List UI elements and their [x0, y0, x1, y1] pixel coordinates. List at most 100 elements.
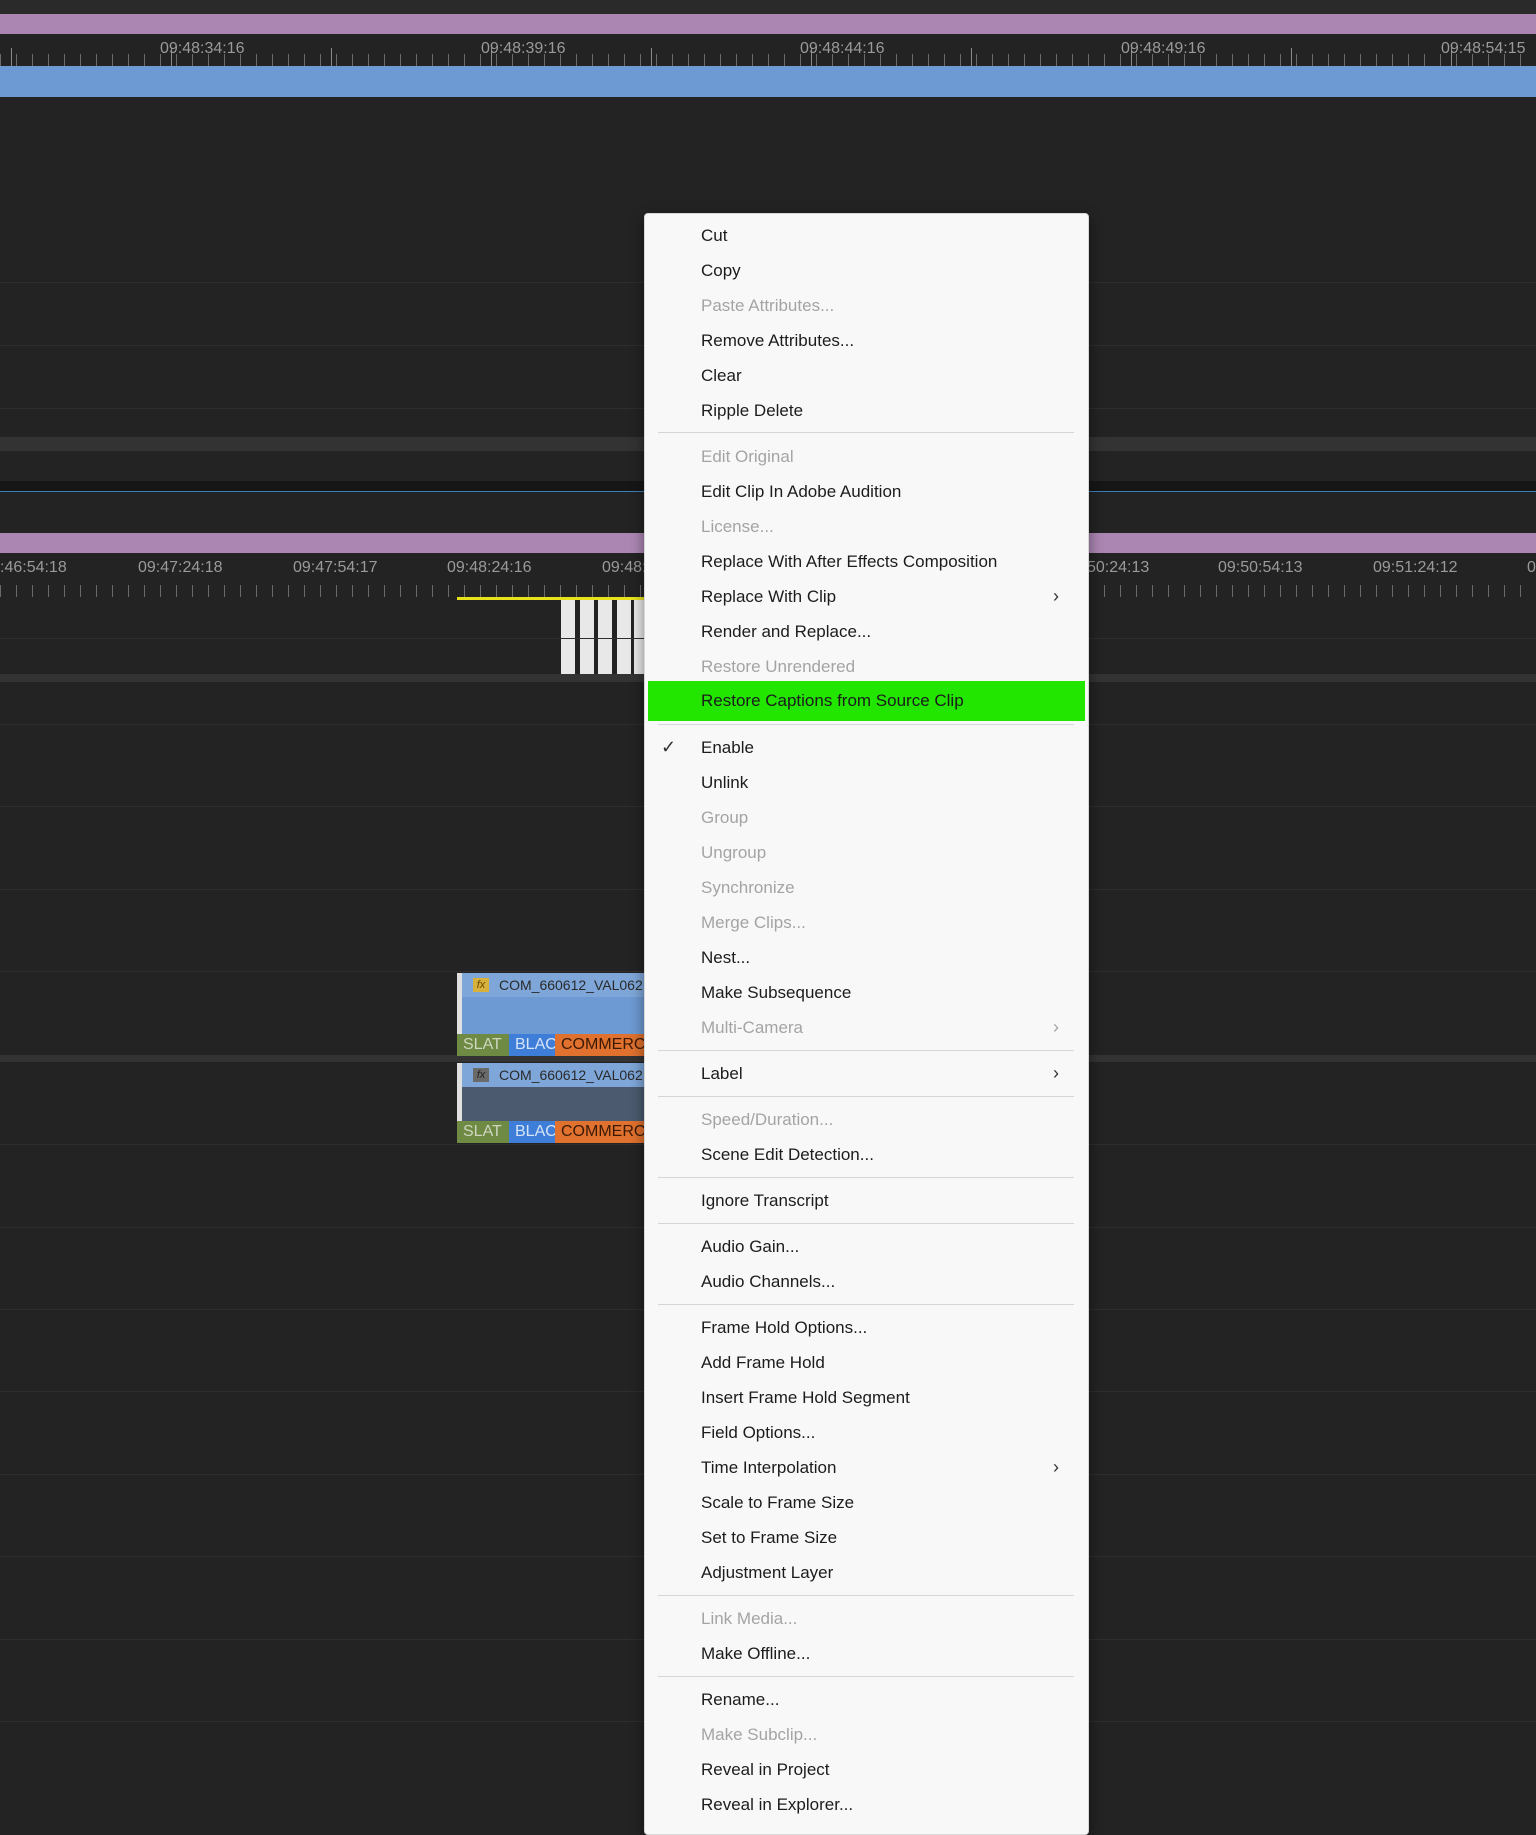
video-clip[interactable]: fx COM_660612_VAL062 SLAT BLAC COMMERC — [457, 973, 645, 1056]
menu-item-label: Replace With Clip — [701, 586, 837, 606]
chevron-right-icon: › — [1053, 1062, 1059, 1083]
menu-separator — [658, 1223, 1074, 1224]
menu-item-label: Copy — [701, 260, 741, 280]
menu-item-clear[interactable]: Clear — [645, 358, 1088, 393]
top-header-strip — [0, 0, 1536, 14]
chevron-right-icon: › — [1053, 1016, 1059, 1037]
clip-marker[interactable]: SLAT — [457, 1121, 509, 1143]
ruler-timecode: 09:47:24:18 — [138, 559, 223, 576]
menu-item-reveal-in-explorer[interactable]: Reveal in Explorer... — [645, 1787, 1088, 1822]
menu-item-restore-unrendered: Restore Unrendered — [645, 649, 1088, 684]
menu-item-label: Reveal in Explorer... — [701, 1794, 854, 1814]
ruler-timecode: 50:24:13 — [1087, 559, 1150, 576]
menu-item-field-options[interactable]: Field Options... — [645, 1415, 1088, 1450]
clip-name: COM_660612_VAL062 — [499, 1067, 643, 1083]
menu-item-label: Scale to Frame Size — [701, 1492, 855, 1512]
menu-item-replace-with-after-effects-composition[interactable]: Replace With After Effects Composition — [645, 544, 1088, 579]
menu-item-label: Scene Edit Detection... — [701, 1144, 874, 1164]
work-area-bar[interactable] — [0, 14, 1536, 34]
menu-item-audio-gain[interactable]: Audio Gain... — [645, 1229, 1088, 1264]
clip-bar[interactable] — [0, 66, 1536, 97]
ruler-timecode: 09:48:24:16 — [447, 559, 532, 576]
clip-header: fx COM_660612_VAL062 — [457, 973, 645, 997]
menu-item-insert-frame-hold-segment[interactable]: Insert Frame Hold Segment — [645, 1380, 1088, 1415]
menu-item-label: Remove Attributes... — [701, 330, 855, 350]
menu-item-make-subsequence[interactable]: Make Subsequence — [645, 975, 1088, 1010]
clip-marker[interactable]: BLAC — [509, 1121, 555, 1143]
menu-item-label: Restore Captions from Source Clip — [701, 691, 964, 710]
menu-item-license: License... — [645, 509, 1088, 544]
menu-item-group: Group — [645, 800, 1088, 835]
menu-item-frame-hold-options[interactable]: Frame Hold Options... — [645, 1310, 1088, 1345]
menu-item-add-frame-hold[interactable]: Add Frame Hold — [645, 1345, 1088, 1380]
menu-item-label: Make Subclip... — [701, 1724, 818, 1744]
menu-item-replace-with-clip[interactable]: Replace With Clip › — [645, 579, 1088, 614]
menu-item-label: Ignore Transcript — [701, 1190, 829, 1210]
menu-item-label: Synchronize — [701, 877, 795, 897]
ruler-timecode: 09:48:54:15 — [1441, 40, 1526, 57]
menu-separator — [658, 1096, 1074, 1097]
menu-separator — [658, 1304, 1074, 1305]
menu-item-nest[interactable]: Nest... — [645, 940, 1088, 975]
menu-item-reveal-in-project[interactable]: Reveal in Project — [645, 1752, 1088, 1787]
menu-item-render-and-replace[interactable]: Render and Replace... — [645, 614, 1088, 649]
menu-item-label: Field Options... — [701, 1422, 816, 1442]
menu-item-label: Enable — [701, 737, 754, 757]
menu-item-label: Edit Clip In Adobe Audition — [701, 481, 902, 501]
caption-block[interactable] — [598, 600, 612, 674]
ruler-timecode: 09:50:54:13 — [1218, 559, 1303, 576]
caption-block[interactable] — [634, 600, 644, 674]
menu-item-scale-to-frame-size[interactable]: Scale to Frame Size — [645, 1485, 1088, 1520]
menu-item-audio-channels[interactable]: Audio Channels... — [645, 1264, 1088, 1299]
chevron-right-icon: › — [1053, 1456, 1059, 1477]
clip-marker[interactable]: SLAT — [457, 1034, 509, 1056]
menu-separator — [658, 432, 1074, 433]
menu-item-ignore-transcript[interactable]: Ignore Transcript — [645, 1183, 1088, 1218]
menu-separator — [658, 1050, 1074, 1051]
fx-badge-icon: fx — [473, 978, 489, 992]
menu-item-cut[interactable]: Cut — [645, 218, 1088, 253]
menu-item-label: Reveal in Project — [701, 1759, 830, 1779]
menu-item-label: Speed/Duration... — [701, 1109, 834, 1129]
menu-item-enable[interactable]: ✓ Enable — [645, 730, 1088, 765]
menu-item-label: Unlink — [701, 772, 749, 792]
ruler-timecode: 09:48:34:16 — [160, 40, 245, 57]
clip-marker[interactable]: BLAC — [509, 1034, 555, 1056]
menu-item-ripple-delete[interactable]: Ripple Delete — [645, 393, 1088, 428]
ruler-timecode: :46:54:18 — [0, 559, 67, 576]
menu-item-label: Link Media... — [701, 1608, 798, 1628]
menu-item-label: Make Offline... — [701, 1643, 811, 1663]
menu-item-label: Add Frame Hold — [701, 1352, 825, 1372]
menu-item-label: Insert Frame Hold Segment — [701, 1387, 910, 1407]
menu-item-time-interpolation[interactable]: Time Interpolation › — [645, 1450, 1088, 1485]
menu-item-scene-edit-detection[interactable]: Scene Edit Detection... — [645, 1137, 1088, 1172]
menu-item-label: Multi-Camera — [701, 1017, 804, 1037]
menu-item-rename[interactable]: Rename... — [645, 1682, 1088, 1717]
audio-clip[interactable]: fx COM_660612_VAL062 SLAT BLAC COMMERC — [457, 1063, 645, 1143]
menu-item-make-offline[interactable]: Make Offline... — [645, 1636, 1088, 1671]
menu-item-restore-captions-from-source-clip[interactable]: Restore Captions from Source Clip — [648, 681, 1085, 721]
menu-item-link-media: Link Media... — [645, 1601, 1088, 1636]
menu-item-edit-clip-in-adobe-audition[interactable]: Edit Clip In Adobe Audition — [645, 474, 1088, 509]
menu-item-set-to-frame-size[interactable]: Set to Frame Size — [645, 1520, 1088, 1555]
menu-item-make-subclip: Make Subclip... — [645, 1717, 1088, 1752]
ruler-timecode: 09:47:54:17 — [293, 559, 378, 576]
time-ruler[interactable]: 09:48:34:16 09:48:39:16 09:48:44:16 09:4… — [0, 34, 1536, 66]
menu-item-label: Rename... — [701, 1689, 780, 1709]
ruler-timecode: 09:48: — [602, 559, 647, 576]
menu-item-multi-camera: Multi-Camera › — [645, 1010, 1088, 1045]
chevron-right-icon: › — [1053, 585, 1059, 606]
menu-item-unlink[interactable]: Unlink — [645, 765, 1088, 800]
clip-marker[interactable]: COMMERC — [555, 1034, 645, 1056]
menu-item-label: License... — [701, 516, 774, 536]
menu-item-adjustment-layer[interactable]: Adjustment Layer — [645, 1555, 1088, 1590]
clip-marker[interactable]: COMMERC — [555, 1121, 645, 1143]
caption-block[interactable] — [617, 600, 631, 674]
menu-item-label: Clear — [701, 365, 742, 385]
menu-item-label: Paste Attributes... — [701, 295, 835, 315]
menu-item-remove-attributes[interactable]: Remove Attributes... — [645, 323, 1088, 358]
menu-item-label[interactable]: Label › — [645, 1056, 1088, 1091]
caption-block[interactable] — [580, 600, 594, 674]
menu-item-copy[interactable]: Copy — [645, 253, 1088, 288]
caption-block[interactable] — [561, 600, 575, 674]
